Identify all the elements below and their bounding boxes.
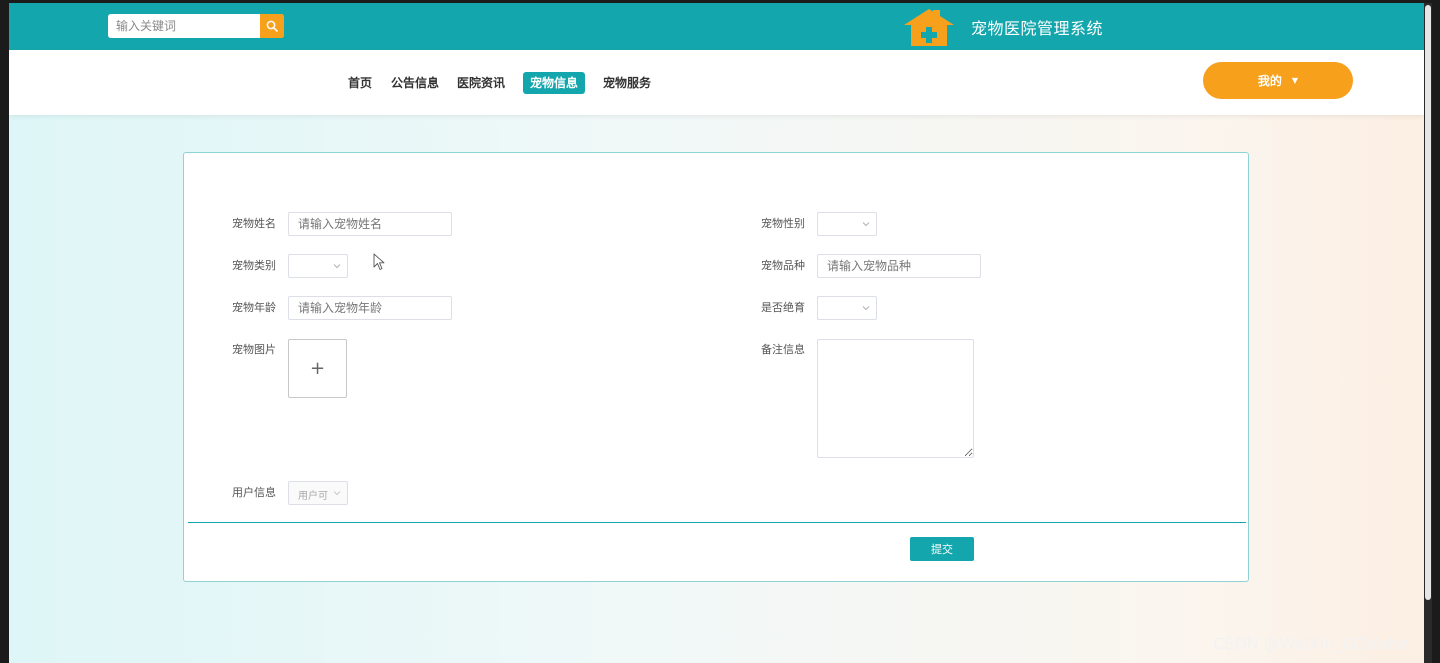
main-nav: 首页 公告信息 医院资讯 宠物信息 宠物服务 我的 ▼ bbox=[9, 50, 1424, 115]
nav-item-home[interactable]: 首页 bbox=[341, 72, 379, 94]
pet-name-input[interactable] bbox=[288, 212, 452, 236]
form-divider bbox=[188, 522, 1246, 523]
nav-item-pet-services[interactable]: 宠物服务 bbox=[596, 72, 658, 94]
house-plus-icon bbox=[904, 9, 954, 46]
mouse-cursor-icon bbox=[373, 253, 385, 270]
plus-icon: + bbox=[309, 358, 326, 379]
browser-viewport: 宠物医院管理系统 首页 公告信息 医院资讯 宠物信息 宠物服务 我的 ▼ 宠物姓… bbox=[9, 3, 1424, 663]
nav-item-hospital-news[interactable]: 医院资讯 bbox=[450, 72, 512, 94]
notes-label: 备注信息 bbox=[761, 343, 805, 356]
pet-breed-label: 宠物品种 bbox=[761, 259, 805, 272]
search-input[interactable] bbox=[108, 14, 260, 38]
user-info-select: 用户可 bbox=[288, 481, 348, 505]
search-button[interactable] bbox=[260, 14, 284, 38]
search-icon bbox=[266, 20, 278, 32]
pet-gender-label: 宠物性别 bbox=[761, 217, 805, 230]
caret-down-icon: ▼ bbox=[1291, 76, 1299, 85]
pet-age-label: 宠物年龄 bbox=[232, 301, 276, 314]
chevron-down-icon bbox=[862, 306, 870, 311]
user-menu-label: 我的 bbox=[1257, 74, 1282, 88]
search-box bbox=[108, 14, 284, 38]
chevron-down-icon bbox=[333, 491, 341, 496]
pet-gender-select[interactable] bbox=[817, 212, 877, 236]
neutered-label: 是否绝育 bbox=[761, 301, 805, 314]
pet-image-label: 宠物图片 bbox=[232, 343, 276, 356]
user-menu-button[interactable]: 我的 ▼ bbox=[1203, 62, 1353, 99]
user-info-label: 用户信息 bbox=[232, 486, 276, 499]
chevron-down-icon bbox=[862, 222, 870, 227]
neutered-select[interactable] bbox=[817, 296, 877, 320]
nav-item-announcements[interactable]: 公告信息 bbox=[384, 72, 446, 94]
scrollbar-thumb[interactable] bbox=[1425, 5, 1431, 600]
pet-image-upload[interactable]: + bbox=[288, 339, 347, 398]
chevron-down-icon bbox=[333, 264, 341, 269]
user-info-value: 用户可 bbox=[298, 491, 328, 502]
pet-name-label: 宠物姓名 bbox=[232, 217, 276, 230]
pet-type-label: 宠物类别 bbox=[232, 259, 276, 272]
submit-button[interactable]: 提交 bbox=[910, 537, 974, 561]
pet-age-input[interactable] bbox=[288, 296, 452, 320]
pet-type-select[interactable] bbox=[288, 254, 348, 278]
site-title: 宠物医院管理系统 bbox=[971, 19, 1104, 38]
pet-info-form: 宠物姓名 宠物性别 宠物类别 宠物品种 宠物年龄 是否绝育 宠物图片 + 备注信… bbox=[183, 152, 1249, 582]
pet-breed-input[interactable] bbox=[817, 254, 981, 278]
notes-textarea[interactable] bbox=[817, 339, 974, 458]
nav-item-pet-info[interactable]: 宠物信息 bbox=[523, 72, 586, 94]
top-bar: 宠物医院管理系统 bbox=[9, 3, 1424, 50]
watermark-text: CSDN @WeiXin_DZbishe bbox=[1213, 634, 1409, 653]
